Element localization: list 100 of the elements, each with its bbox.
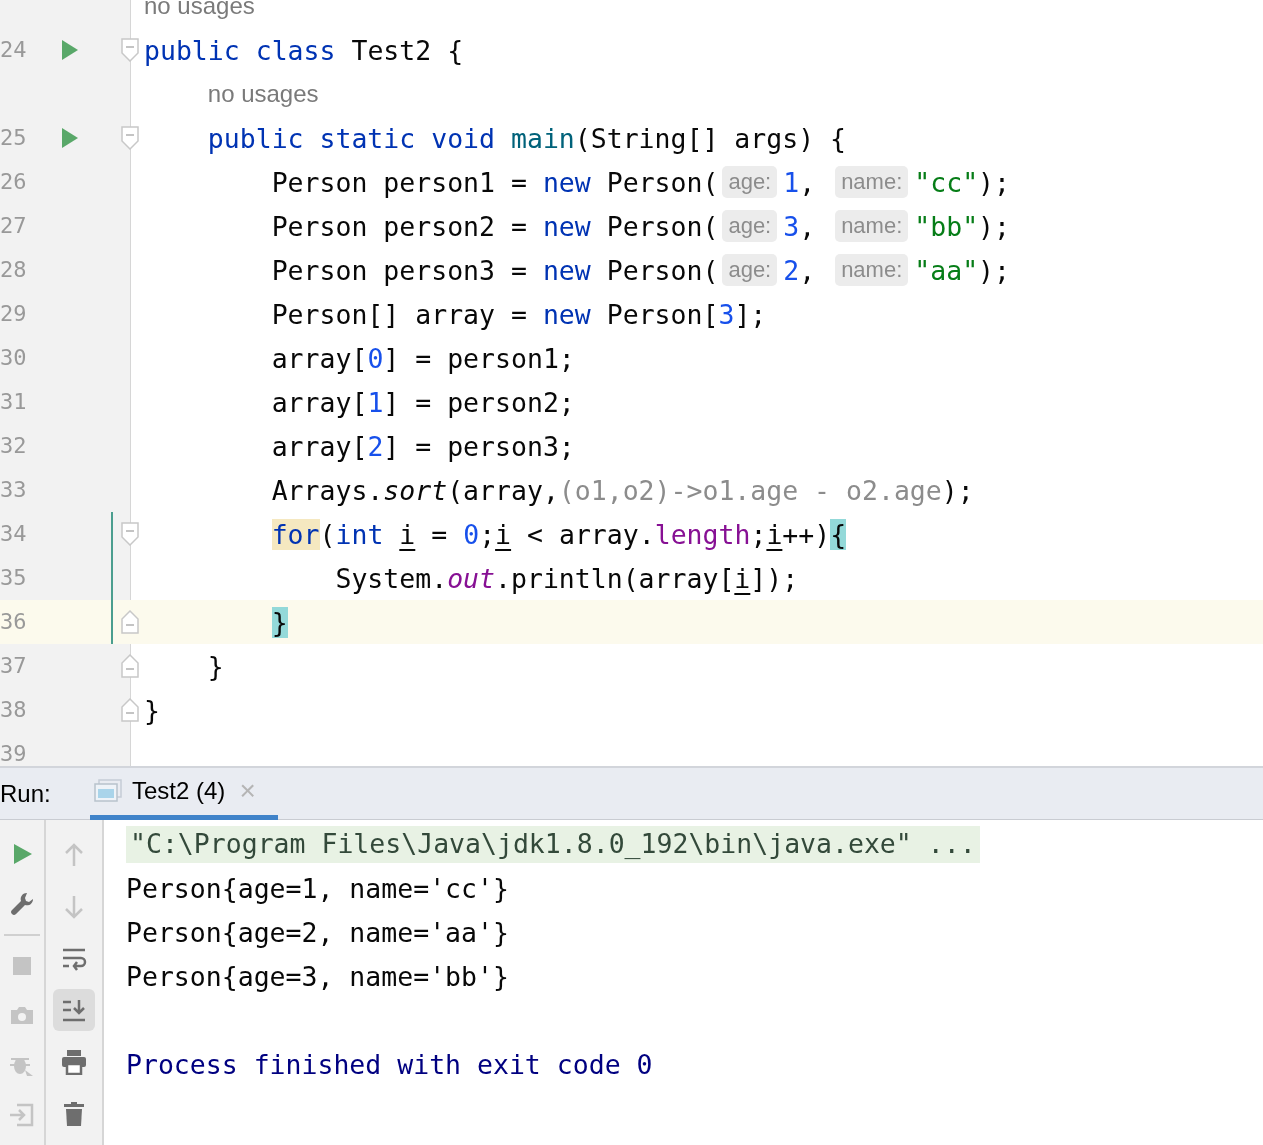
change-marker[interactable] (111, 556, 113, 600)
code-token: i (734, 562, 751, 594)
line-number: 36 (0, 609, 27, 635)
parameter-hint: age: (722, 210, 778, 242)
code-token: ]); (750, 562, 799, 594)
code-token: ); (978, 210, 1011, 242)
code-token: , (799, 254, 817, 286)
fold-icon[interactable] (121, 38, 139, 62)
code-token: Person( (606, 254, 719, 286)
code-token: { (830, 518, 847, 550)
line-number: 38 (0, 697, 27, 723)
code-token: new (542, 166, 591, 198)
line-number: 26 (0, 169, 27, 195)
code-token: main (510, 122, 575, 154)
code-token: = (431, 518, 449, 550)
code-token: new (542, 298, 591, 330)
code-token: (array, (447, 474, 559, 506)
code-token: Person[ (606, 298, 719, 330)
code-token: ( (319, 518, 336, 550)
code-token: i (495, 518, 512, 550)
code-token: ; (750, 518, 767, 550)
run-icon[interactable] (61, 127, 79, 149)
code-token: public class (144, 34, 336, 66)
parameter-hint: name: (835, 254, 909, 286)
parameter-hint: age: (722, 166, 778, 198)
fold-icon[interactable] (121, 610, 139, 634)
code-token: sort (383, 474, 448, 506)
line-number: 29 (0, 301, 27, 327)
code-token: "bb" (914, 210, 979, 242)
code-token: 3 (718, 298, 735, 330)
code-token: ); (978, 254, 1011, 286)
fold-icon[interactable] (121, 698, 139, 722)
run-icon[interactable] (61, 39, 79, 61)
code-token: } (271, 606, 288, 638)
code-token: ; (479, 518, 496, 550)
code-token: , (799, 166, 817, 198)
code-token: int (335, 518, 385, 550)
code-token: 0 (463, 518, 480, 550)
parameter-hint: name: (835, 210, 909, 242)
line-number: 25 (0, 125, 27, 151)
line-number: 24 (0, 37, 27, 63)
code-token: 1 (367, 386, 384, 418)
fold-icon[interactable] (121, 126, 139, 150)
code-token: ); (941, 474, 974, 506)
code-token: ] = person3; (383, 430, 575, 462)
code-token: ++) (782, 518, 831, 550)
code-token: 3 (783, 210, 800, 242)
code-token: } (144, 694, 160, 726)
code-token: 2 (367, 430, 384, 462)
code-token: Test2 { (351, 34, 464, 66)
line-number: 39 (0, 741, 27, 766)
code-token: } (207, 650, 224, 682)
line-number: 28 (0, 257, 27, 283)
code-token: array[ (271, 342, 368, 374)
code-token: out (447, 562, 495, 594)
run-label: Run: (0, 779, 52, 808)
code-token: 0 (367, 342, 384, 374)
code-token: i (399, 518, 416, 550)
code-token: (o1,o2)->o1.age - o2.age (558, 474, 942, 506)
line-number: 31 (0, 389, 27, 415)
code-token: for (271, 518, 320, 550)
code-token: Arrays. (271, 474, 384, 506)
line-number: 33 (0, 477, 27, 503)
code-token: new (542, 254, 591, 286)
code-token: Person[] array = (271, 298, 528, 330)
code-token: ] = person1; (383, 342, 575, 374)
code-token: new (542, 210, 591, 242)
code-token: ] = person2; (383, 386, 575, 418)
fold-icon[interactable] (121, 522, 139, 546)
code-token: < array. (527, 518, 655, 550)
code-token: 2 (783, 254, 800, 286)
code-token: length (654, 518, 751, 550)
fold-icon[interactable] (121, 654, 139, 678)
usages-hint[interactable]: no usages (207, 80, 319, 108)
console-icon (94, 779, 122, 803)
code-token: , (799, 210, 817, 242)
scroll-to-end-icon[interactable] (53, 989, 95, 1032)
line-number: 34 (0, 521, 27, 547)
parameter-hint: age: (722, 254, 778, 286)
code-token: 1 (783, 166, 800, 198)
code-token: array[ (271, 430, 368, 462)
change-marker[interactable] (111, 512, 113, 556)
code-token: (String[] args) { (574, 122, 847, 154)
code-token: Person person1 = (271, 166, 528, 198)
usages-hint[interactable]: no usages (144, 0, 255, 20)
code-token: public static void (207, 122, 496, 154)
output-line: Person{age=1, name='cc'} (126, 872, 509, 904)
code-token: ); (978, 166, 1011, 198)
line-number: 27 (0, 213, 27, 239)
change-marker[interactable] (111, 600, 113, 644)
code-token: Person( (606, 166, 719, 198)
output-line: Person{age=3, name='bb'} (126, 960, 509, 992)
line-number: 35 (0, 565, 27, 591)
code-token: System. (335, 562, 448, 594)
code-token: ]; (734, 298, 767, 330)
code-token: "aa" (914, 254, 979, 286)
code-token: Person( (606, 210, 719, 242)
line-number: 37 (0, 653, 27, 679)
parameter-hint: name: (835, 166, 909, 198)
code-token: "cc" (914, 166, 979, 198)
